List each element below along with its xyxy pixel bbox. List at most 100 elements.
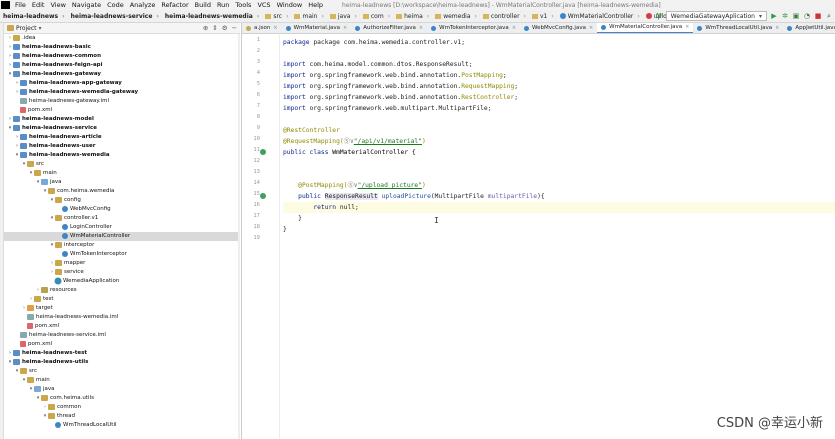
tree-item[interactable]: › .idea (4, 34, 240, 43)
close-icon[interactable]: × (419, 25, 423, 31)
editor-tab[interactable]: WmMaterial.java × (282, 23, 352, 33)
hide-icon[interactable]: − (232, 24, 237, 32)
breadcrumb-item[interactable]: heima-leadnews-service › (68, 13, 162, 20)
tree-item[interactable]: ▾ src (4, 160, 240, 169)
tree-item[interactable]: › heima-leadnews-feign-api (4, 61, 240, 70)
project-panel-title[interactable]: Project (16, 25, 37, 32)
menu-edit[interactable]: Edit (29, 1, 48, 9)
menu-code[interactable]: Code (104, 1, 127, 9)
tree-item[interactable]: ▾ heima-leadnews-gateway (4, 70, 240, 79)
tree-item[interactable]: › resources (4, 286, 240, 295)
coverage-icon[interactable]: ▣ (792, 12, 800, 20)
breadcrumb-item[interactable]: heima-leadnews-wemedia › (162, 13, 262, 20)
profile-icon[interactable]: ◔ (803, 12, 811, 20)
run-icon[interactable]: ▶ (770, 12, 778, 20)
editor-tab[interactable]: WmThreadLocalUtil.java × (693, 23, 783, 33)
tree-item[interactable]: › heima-leadnews-test (4, 349, 240, 358)
tree-item[interactable]: heima-leadnews-gateway.iml (4, 97, 240, 106)
breadcrumb-item[interactable]: src › (262, 13, 291, 20)
menu-build[interactable]: Build (192, 1, 214, 9)
editor-tab[interactable]: AppJwtUtil.java× (783, 23, 835, 33)
breadcrumb-item[interactable]: java › (327, 13, 360, 20)
menu-navigate[interactable]: Navigate (69, 1, 104, 9)
menu-tools[interactable]: Tools (232, 1, 254, 9)
tree-item[interactable]: WmThreadLocalUtil (4, 421, 240, 430)
tree-item[interactable]: ▾ com.heima.wemedia (4, 187, 240, 196)
menu-run[interactable]: Run (214, 1, 232, 9)
menu-file[interactable]: File (12, 1, 29, 9)
gear-icon[interactable]: ⚙ (222, 24, 228, 32)
breadcrumb-item[interactable]: v1 › (529, 13, 557, 20)
tree-item[interactable]: › heima-leadnews-app-gateway (4, 79, 240, 88)
menu-analyze[interactable]: Analyze (127, 1, 159, 9)
close-icon[interactable]: × (589, 25, 593, 31)
tree-item[interactable]: ▾ heima-leadnews-wemedia (4, 151, 240, 160)
breadcrumb-item[interactable]: heima › (393, 13, 432, 20)
collapse-icon[interactable]: ⇕ (212, 24, 217, 32)
tree-item[interactable]: WmMaterialController (4, 232, 240, 241)
editor-tab[interactable]: AuthorizeFilter.java × (351, 23, 427, 33)
breadcrumb-item[interactable]: wemedia › (432, 13, 480, 20)
breadcrumb-item[interactable]: heima-leadnews › (0, 13, 68, 20)
close-icon[interactable]: × (343, 25, 347, 31)
close-icon[interactable]: × (273, 25, 277, 31)
tree-item[interactable]: heima-leadnews-service.iml (4, 331, 240, 340)
locate-icon[interactable]: ⊕ (203, 24, 208, 32)
tree-item[interactable]: › mapper (4, 259, 240, 268)
breadcrumb-item[interactable]: controller › (480, 13, 529, 20)
tree-item[interactable]: ▾ interceptor (4, 241, 240, 250)
tree-item[interactable]: ▾ controller.v1 (4, 214, 240, 223)
menu-window[interactable]: Window (274, 1, 306, 9)
tree-item[interactable]: ▾ heima-leadnews-utils (4, 358, 240, 367)
editor-tab[interactable]: WebMvcConfig.java × (520, 23, 597, 33)
tree-item[interactable]: › heima-leadnews-model (4, 115, 240, 124)
request-mapping-icon[interactable] (260, 193, 266, 199)
editor-tab[interactable]: WmTokenInterceptor.java × (427, 23, 520, 33)
menu-vcs[interactable]: VCS (254, 1, 273, 9)
tree-item[interactable]: WemediaApplication (4, 277, 240, 286)
tree-scrollbar[interactable] (238, 34, 240, 439)
close-icon[interactable]: × (775, 25, 779, 31)
tree-item[interactable]: › heima-leadnews-wemedia-gateway (4, 88, 240, 97)
tree-item[interactable]: › service (4, 268, 240, 277)
breadcrumb-item[interactable]: WmMaterialController › (557, 13, 643, 20)
tree-item[interactable]: ▾ config (4, 196, 240, 205)
code-editor[interactable]: package package com.heima.wemedia.contro… (283, 35, 835, 439)
tree-item[interactable]: ▾ java (4, 385, 240, 394)
menu-help[interactable]: Help (305, 1, 326, 9)
menu-view[interactable]: View (47, 1, 68, 9)
chevron-down-icon[interactable]: ▾ (39, 25, 42, 32)
close-icon[interactable]: × (685, 24, 689, 30)
editor-tab[interactable]: a.json × (242, 23, 282, 33)
tree-item[interactable]: › test (4, 295, 240, 304)
tree-item[interactable]: pom.xml (4, 322, 240, 331)
tree-item[interactable]: › target (4, 304, 240, 313)
tree-item[interactable]: › common (4, 403, 240, 412)
menu-refactor[interactable]: Refactor (158, 1, 191, 9)
tree-item[interactable]: ▾ src (4, 367, 240, 376)
breadcrumb-item[interactable]: com › (360, 13, 393, 20)
tree-item[interactable]: › heima-leadnews-user (4, 142, 240, 151)
tree-item[interactable]: WebMvcConfig (4, 205, 240, 214)
tree-item[interactable]: › heima-leadnews-common (4, 52, 240, 61)
tree-item[interactable]: › heima-leadnews-article (4, 133, 240, 142)
tree-item[interactable]: ▾ main (4, 169, 240, 178)
run-configuration-select[interactable]: WemediaGatewayAplication ▾ (665, 11, 767, 21)
tree-item[interactable]: LoginController (4, 223, 240, 232)
build-hammer-icon[interactable]: ⚒ (655, 12, 663, 20)
editor-tab[interactable]: WmMaterialController.java × (597, 23, 694, 33)
tree-item[interactable]: ▾ heima-leadnews-service (4, 124, 240, 133)
tree-item[interactable]: ▾ java (4, 178, 240, 187)
tree-item[interactable]: pom.xml (4, 340, 240, 349)
close-icon[interactable]: × (512, 25, 516, 31)
stop-icon[interactable]: ■ (814, 12, 822, 20)
tree-item[interactable]: ▾ com.heima.utils (4, 394, 240, 403)
tree-item[interactable]: pom.xml (4, 106, 240, 115)
debug-icon[interactable]: ✲ (781, 12, 789, 20)
tree-item[interactable]: ▾ main (4, 376, 240, 385)
breadcrumb-item[interactable]: main › (291, 13, 326, 20)
spring-bean-icon[interactable] (260, 149, 266, 155)
tree-item[interactable]: › heima-leadnews-basic (4, 43, 240, 52)
search-icon[interactable]: ⌕ (825, 12, 833, 20)
tree-item[interactable]: WmTokenInterceptor (4, 250, 240, 259)
